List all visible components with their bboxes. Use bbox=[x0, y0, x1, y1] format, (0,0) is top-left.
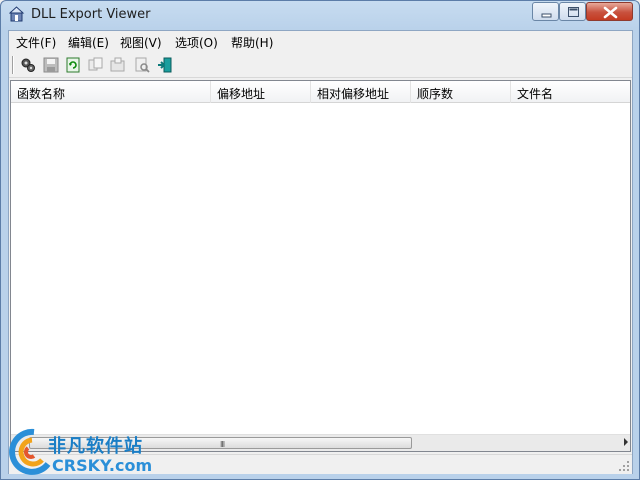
menu-view[interactable]: 视图(V) bbox=[120, 34, 162, 51]
export-list[interactable]: 函数名称 偏移地址 相对偏移地址 顺序数 文件名 III bbox=[10, 80, 631, 452]
watermark-chinese-text: 非凡软件站 bbox=[48, 436, 143, 457]
copy-button[interactable] bbox=[86, 55, 106, 75]
minimize-button[interactable] bbox=[532, 2, 559, 21]
menu-bar: 文件(F) 编辑(E) 视图(V) 选项(O) 帮助(H) bbox=[9, 31, 632, 51]
scroll-right-arrow-icon[interactable] bbox=[624, 438, 628, 446]
crsky-watermark: 非凡软件站 CRSKY.com bbox=[0, 418, 160, 480]
title-bar[interactable]: DLL Export Viewer bbox=[1, 1, 639, 29]
exit-button[interactable] bbox=[155, 55, 175, 75]
toolbar bbox=[9, 52, 632, 78]
html-report-button[interactable] bbox=[108, 55, 128, 75]
copy-icon bbox=[88, 57, 103, 71]
menu-edit[interactable]: 编辑(E) bbox=[68, 34, 109, 51]
size-grip-icon[interactable] bbox=[618, 460, 630, 472]
close-button[interactable] bbox=[586, 2, 633, 21]
minimize-icon bbox=[541, 13, 552, 18]
watermark-english-text: CRSKY.com bbox=[52, 456, 153, 475]
close-icon bbox=[603, 6, 618, 19]
maximize-icon bbox=[568, 7, 579, 17]
list-header: 函数名称 偏移地址 相对偏移地址 顺序数 文件名 bbox=[11, 81, 630, 103]
refresh-button[interactable] bbox=[63, 55, 83, 75]
maximize-button[interactable] bbox=[559, 2, 586, 21]
properties-button[interactable] bbox=[18, 55, 38, 75]
toolbar-grip[interactable] bbox=[12, 56, 14, 74]
column-ordinal[interactable]: 顺序数 bbox=[411, 81, 511, 103]
exit-icon bbox=[158, 57, 172, 73]
app-window: DLL Export Viewer 文件(F) 编辑(E) 视图(V) 选项(O… bbox=[0, 0, 640, 480]
menu-options[interactable]: 选项(O) bbox=[175, 34, 218, 51]
save-button[interactable] bbox=[41, 55, 61, 75]
client-area: 文件(F) 编辑(E) 视图(V) 选项(O) 帮助(H) 函数名称 偏移地址 … bbox=[8, 30, 633, 474]
app-icon bbox=[9, 6, 25, 22]
column-filename[interactable]: 文件名 bbox=[511, 81, 630, 103]
menu-file[interactable]: 文件(F) bbox=[16, 34, 56, 51]
column-function-name[interactable]: 函数名称 bbox=[11, 81, 211, 103]
properties-icon bbox=[21, 58, 35, 72]
find-button[interactable] bbox=[132, 55, 152, 75]
window-title: DLL Export Viewer bbox=[31, 7, 151, 22]
save-icon bbox=[43, 57, 59, 73]
column-address[interactable]: 偏移地址 bbox=[211, 81, 311, 103]
html-report-icon bbox=[110, 57, 125, 72]
menu-help[interactable]: 帮助(H) bbox=[231, 34, 273, 51]
column-relative-address[interactable]: 相对偏移地址 bbox=[311, 81, 411, 103]
crsky-logo-icon bbox=[9, 428, 51, 475]
refresh-icon bbox=[66, 57, 80, 73]
find-icon bbox=[135, 57, 150, 73]
scroll-grip: III bbox=[220, 440, 225, 449]
